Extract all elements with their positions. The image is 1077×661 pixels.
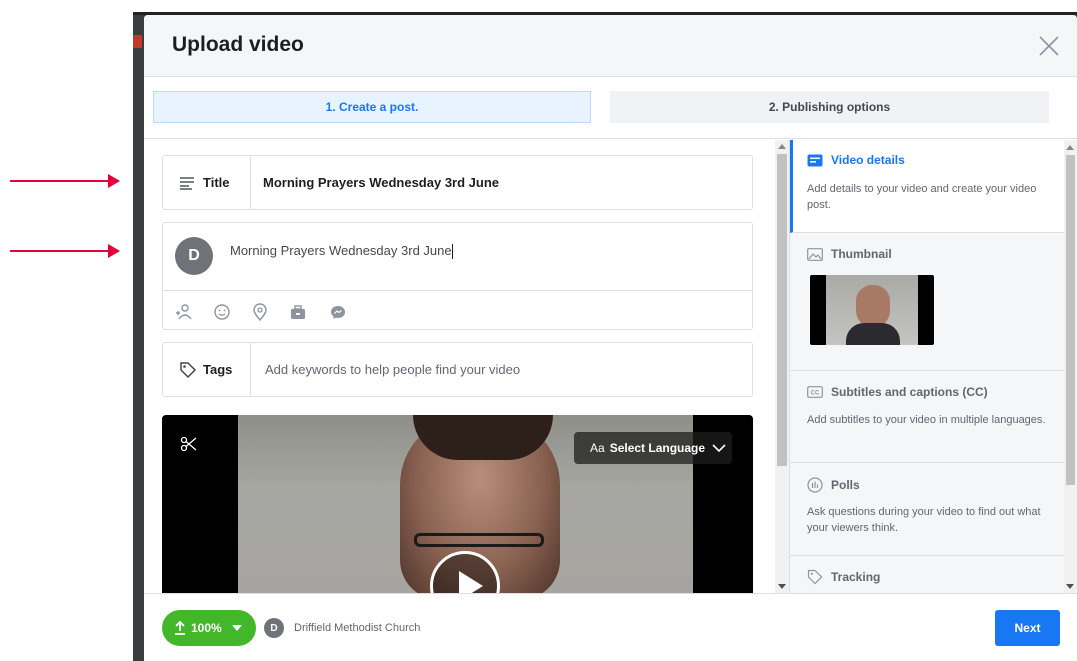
thumbnail-image[interactable] xyxy=(810,275,934,345)
side-item-tracking[interactable]: Tracking xyxy=(790,556,1064,593)
scissors-icon[interactable] xyxy=(180,435,198,453)
video-details-title: Video details xyxy=(831,153,905,167)
tracking-title: Tracking xyxy=(831,570,881,584)
polls-description: Ask questions during your video to find … xyxy=(807,506,1041,534)
select-language-button[interactable]: Aa Select Language xyxy=(574,432,732,464)
scroll-up-arrow[interactable] xyxy=(778,144,786,149)
next-button[interactable]: Next xyxy=(995,610,1060,646)
dialog-footer: 100% D Driffield Methodist Church Next xyxy=(144,593,1077,661)
video-person-glasses xyxy=(414,533,544,547)
text-caret xyxy=(451,244,453,260)
avatar: D xyxy=(175,237,213,275)
title-lines-icon xyxy=(180,176,194,190)
post-text-input[interactable]: Morning Prayers Wednesday 3rd June xyxy=(230,243,453,260)
page-avatar: D xyxy=(264,618,284,638)
tab-publishing-options[interactable]: 2. Publishing options xyxy=(610,91,1049,123)
polls-icon xyxy=(807,477,823,493)
image-icon xyxy=(807,247,823,261)
scroll-thumb[interactable] xyxy=(777,154,787,466)
post-editor-column: Title Morning Prayers Wednesday 3rd June… xyxy=(144,140,774,593)
thumbnail-frame xyxy=(826,275,918,345)
thumbnail-header: Thumbnail xyxy=(807,247,892,261)
video-details-header: Video details xyxy=(807,153,905,167)
polls-header: Polls xyxy=(807,477,860,493)
briefcase-icon[interactable] xyxy=(289,303,307,321)
annotation-arrow-post xyxy=(10,244,120,258)
title-label-cell: Title xyxy=(163,156,251,209)
svg-text:CC: CC xyxy=(811,391,820,397)
annotation-arrow-title xyxy=(10,174,120,188)
upload-progress-label: 100% xyxy=(191,621,222,635)
dialog-header: Upload video xyxy=(144,15,1077,77)
chevron-down-icon xyxy=(712,444,726,453)
video-details-icon xyxy=(807,154,823,166)
upload-icon xyxy=(175,621,185,635)
side-item-polls[interactable]: Polls Ask questions during your video to… xyxy=(790,463,1064,556)
tag-people-icon[interactable] xyxy=(175,303,193,321)
location-icon[interactable] xyxy=(251,303,269,321)
post-composer: D Morning Prayers Wednesday 3rd June xyxy=(162,222,753,330)
subtitles-description: Add subtitles to your video in multiple … xyxy=(807,414,1046,426)
post-text-value: Morning Prayers Wednesday 3rd June xyxy=(230,243,452,258)
tags-label: Tags xyxy=(203,362,233,377)
step-tabs: 1. Create a post. 2. Publishing options xyxy=(144,77,1077,139)
tab-create-post[interactable]: 1. Create a post. xyxy=(153,91,591,123)
select-language-label: Select Language xyxy=(609,441,706,455)
side-scroll-up-arrow[interactable] xyxy=(1066,145,1074,150)
tracking-header: Tracking xyxy=(807,569,880,585)
side-scroll-thumb[interactable] xyxy=(1066,155,1075,485)
side-scroll-down-arrow[interactable] xyxy=(1066,584,1074,589)
polls-title: Polls xyxy=(831,478,860,492)
title-field: Title Morning Prayers Wednesday 3rd June xyxy=(162,155,753,210)
cc-icon: CC xyxy=(807,386,823,398)
close-icon[interactable] xyxy=(1038,35,1060,57)
dialog-title: Upload video xyxy=(172,33,304,56)
side-panel: Video details Add details to your video … xyxy=(789,140,1064,593)
thumbnail-title: Thumbnail xyxy=(831,247,892,261)
caret-down-icon xyxy=(231,625,242,631)
side-item-video-details[interactable]: Video details Add details to your video … xyxy=(790,140,1064,233)
tags-input[interactable]: Add keywords to help people find your vi… xyxy=(265,362,520,377)
title-label: Title xyxy=(203,175,230,190)
tags-label-cell: Tags xyxy=(163,343,251,396)
video-details-description: Add details to your video and create you… xyxy=(807,183,1037,211)
side-panel-scrollbar[interactable] xyxy=(1064,140,1077,593)
thumbnail-body xyxy=(846,323,900,345)
upload-video-dialog: Upload video 1. Create a post. 2. Publis… xyxy=(144,15,1077,661)
feeling-icon[interactable] xyxy=(213,303,231,321)
title-input[interactable]: Morning Prayers Wednesday 3rd June xyxy=(263,175,499,190)
editor-scrollbar[interactable] xyxy=(775,140,789,593)
messenger-icon[interactable] xyxy=(329,303,347,321)
upload-progress-button[interactable]: 100% xyxy=(162,610,256,646)
tracking-tag-icon xyxy=(807,569,823,585)
post-tools-bar xyxy=(163,290,752,330)
subtitles-header: CC Subtitles and captions (CC) xyxy=(807,385,988,399)
video-preview[interactable]: Aa Select Language xyxy=(162,415,753,593)
tag-icon xyxy=(180,361,197,378)
background-red-mark xyxy=(133,35,142,48)
side-item-subtitles[interactable]: CC Subtitles and captions (CC) Add subti… xyxy=(790,371,1064,463)
aa-icon: Aa xyxy=(590,441,605,455)
page-name: Driffield Methodist Church xyxy=(294,622,421,634)
subtitles-title: Subtitles and captions (CC) xyxy=(831,385,988,399)
tags-field: Tags Add keywords to help people find yo… xyxy=(162,342,753,397)
thumbnail-face xyxy=(856,285,890,327)
scroll-down-arrow[interactable] xyxy=(778,584,786,589)
